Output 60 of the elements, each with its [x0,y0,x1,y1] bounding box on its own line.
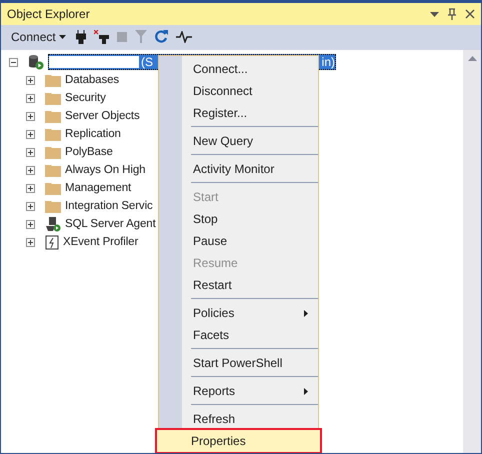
menu-item[interactable]: Pause [159,230,318,252]
activity-icon[interactable] [176,30,192,42]
expand-icon[interactable] [26,76,35,84]
menu-item[interactable]: Refresh [159,408,318,430]
menu-item[interactable]: Stop [159,208,318,230]
folder-icon [45,127,61,141]
folder-icon [45,199,61,213]
document-icon [45,234,59,250]
agent-icon [45,216,61,232]
folder-icon [45,163,61,177]
menu-item[interactable]: Connect... [159,58,318,80]
tree-item[interactable]: Databases [65,74,120,86]
folder-icon [45,145,61,159]
menu-item[interactable]: Register... [159,102,318,124]
menu-item[interactable]: Activity Monitor [159,158,318,180]
expand-icon[interactable] [26,148,35,156]
tree-item[interactable]: Server Objects [65,110,140,122]
folder-icon [45,73,61,87]
tree-item[interactable]: XEvent Profiler [63,236,138,248]
close-icon[interactable] [465,9,475,19]
folder-icon [45,181,61,195]
database-server-icon [28,54,44,70]
pin-icon[interactable] [447,8,457,20]
connect-button[interactable]: Connect [9,26,68,46]
tree-item[interactable]: PolyBase [65,146,113,158]
tree-item[interactable]: Management [65,182,132,194]
expand-icon[interactable] [26,130,35,138]
expand-icon[interactable] [26,184,35,192]
tree-item[interactable]: SQL Server Agent [65,218,156,230]
menu-item[interactable]: Disconnect [159,80,318,102]
menu-item[interactable]: Properties [157,430,320,452]
menu-item[interactable]: Policies [159,302,318,324]
expand-icon[interactable] [26,202,35,210]
expand-icon[interactable] [26,112,35,120]
dropdown-icon[interactable] [430,12,439,16]
stop-icon [116,32,127,42]
expand-icon[interactable] [26,220,35,228]
refresh-icon[interactable] [154,30,168,43]
expand-icon[interactable] [26,238,35,246]
window-title: Object Explorer [7,7,91,21]
caret-icon [58,34,66,38]
menu-item[interactable]: Restart [159,274,318,296]
tree-item[interactable]: Integration Servic [65,200,153,212]
folder-icon [45,91,61,105]
menu-item[interactable]: Facets [159,324,318,346]
menu-item[interactable]: New Query [159,130,318,152]
tree-item[interactable]: Replication [65,128,121,140]
disconnect-icon[interactable] [94,30,109,44]
plug-icon[interactable] [76,30,86,44]
scroll-up-icon[interactable] [468,56,476,61]
filter-icon [134,30,147,43]
scrollbar[interactable] [463,50,481,453]
tree-item[interactable]: Always On High [65,164,146,176]
folder-icon [45,109,61,123]
collapse-icon[interactable] [9,58,18,66]
expand-icon[interactable] [26,166,35,174]
menu-item[interactable]: Start PowerShell [159,352,318,374]
expand-icon[interactable] [26,94,35,102]
menu-item[interactable]: Reports [159,380,318,402]
tree-item[interactable]: Security [65,92,106,104]
